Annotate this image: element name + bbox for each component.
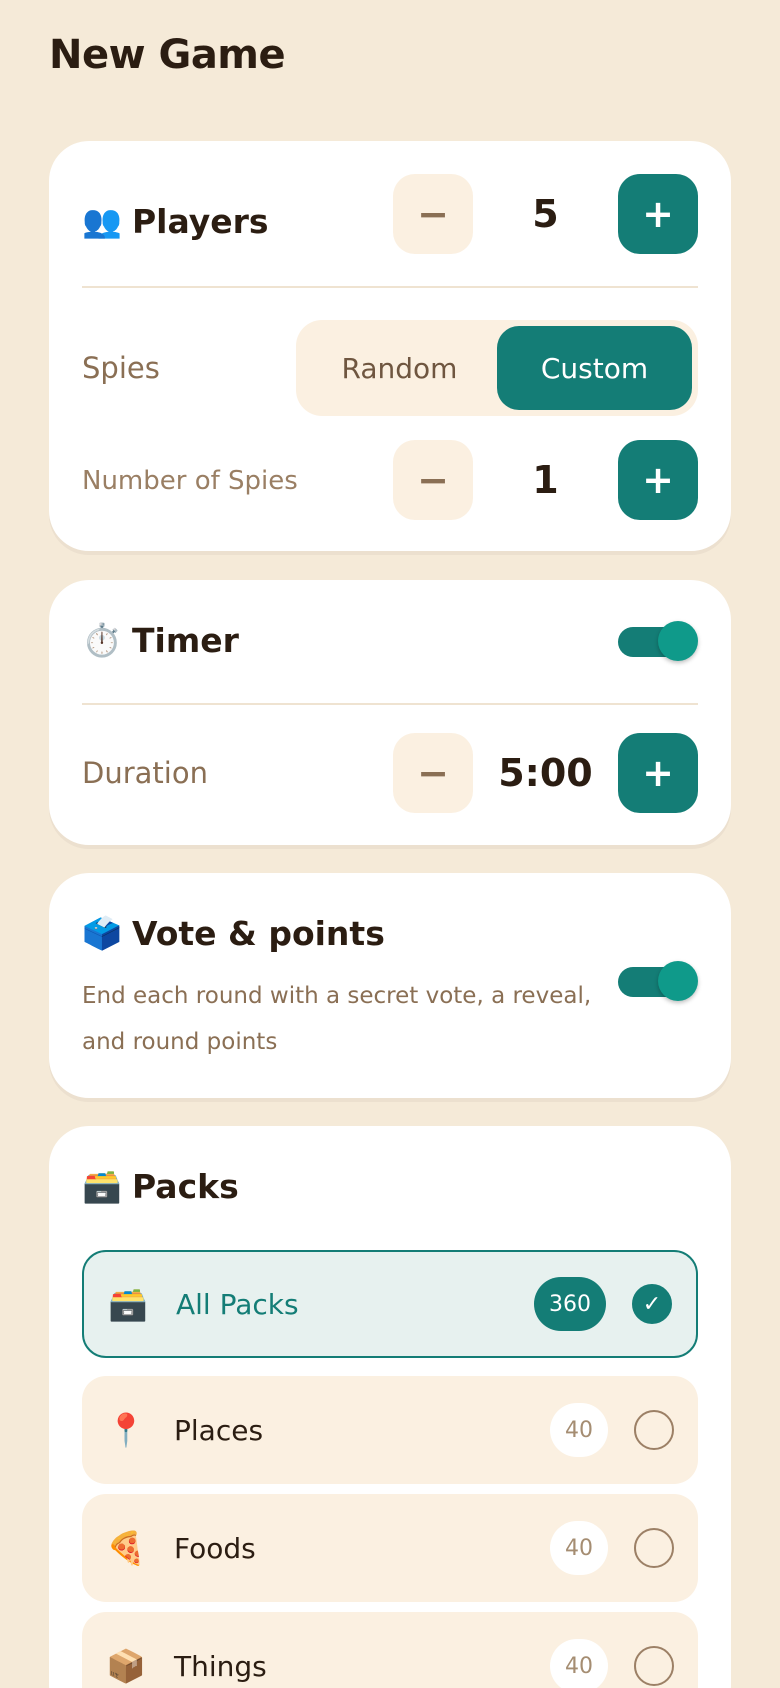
map-pin-icon: 📍 bbox=[106, 1411, 146, 1449]
timer-heading: ⏱️ Timer bbox=[82, 621, 239, 660]
spies-mode-custom[interactable]: Custom bbox=[497, 326, 692, 410]
duration-increment-button[interactable]: + bbox=[618, 733, 698, 813]
spies-label: Spies bbox=[82, 351, 160, 385]
radio-circle-icon[interactable] bbox=[634, 1646, 674, 1686]
page-title: New Game bbox=[49, 32, 286, 78]
players-count: 5 bbox=[532, 192, 559, 236]
pack-count-badge: 40 bbox=[550, 1521, 608, 1575]
card-box-icon: 🗃️ bbox=[108, 1285, 148, 1323]
pack-count-badge: 360 bbox=[534, 1277, 606, 1331]
players-increment-button[interactable]: + bbox=[618, 174, 698, 254]
pack-item-all-packs[interactable]: 🗃️ All Packs 360 ✓ bbox=[82, 1250, 698, 1358]
packs-label: Packs bbox=[132, 1166, 239, 1206]
pack-name: Places bbox=[174, 1413, 264, 1447]
spy-count-label: Number of Spies bbox=[82, 466, 298, 496]
divider bbox=[82, 286, 698, 288]
pack-item-places[interactable]: 📍 Places 40 bbox=[82, 1376, 698, 1484]
spies-mode-random[interactable]: Random bbox=[302, 326, 497, 410]
checkmark-icon[interactable]: ✓ bbox=[632, 1284, 672, 1324]
spy-count-stepper: − 1 + bbox=[393, 440, 698, 520]
radio-circle-icon[interactable] bbox=[634, 1528, 674, 1568]
pack-count-badge: 40 bbox=[550, 1639, 608, 1688]
duration-label: Duration bbox=[82, 756, 208, 790]
players-label: Players bbox=[132, 201, 269, 241]
package-icon: 📦 bbox=[106, 1647, 146, 1685]
packs-card: 🗃️ Packs 🗃️ All Packs 360 ✓ 📍 Places 40 … bbox=[49, 1126, 731, 1688]
timer-card: ⏱️ Timer Duration − 5:00 + bbox=[49, 580, 731, 845]
vote-card: 🗳️ Vote & points End each round with a s… bbox=[49, 873, 731, 1098]
vote-heading: 🗳️ Vote & points bbox=[82, 914, 385, 953]
spy-count-value: 1 bbox=[532, 458, 559, 502]
timer-toggle[interactable] bbox=[618, 621, 698, 661]
pack-name: All Packs bbox=[176, 1287, 299, 1321]
radio-circle-icon[interactable] bbox=[634, 1410, 674, 1450]
spy-count-decrement-button[interactable]: − bbox=[393, 440, 473, 520]
players-stepper: − 5 + bbox=[393, 174, 698, 254]
duration-value: 5:00 bbox=[498, 751, 593, 795]
pack-item-things[interactable]: 📦 Things 40 bbox=[82, 1612, 698, 1688]
spies-mode-segmented-control: Random Custom bbox=[296, 320, 698, 416]
timer-row: ⏱️ Timer bbox=[82, 610, 698, 670]
card-box-icon: 🗃️ bbox=[82, 1167, 122, 1205]
stopwatch-icon: ⏱️ bbox=[82, 621, 122, 659]
ballot-box-icon: 🗳️ bbox=[82, 914, 122, 952]
pack-name: Foods bbox=[174, 1531, 256, 1565]
players-card: 👥 Players − 5 + Spies Random Custom Numb… bbox=[49, 141, 731, 551]
vote-toggle[interactable] bbox=[618, 961, 698, 1001]
vote-label: Vote & points bbox=[132, 913, 385, 953]
vote-description: End each round with a secret vote, a rev… bbox=[82, 983, 592, 1055]
duration-decrement-button[interactable]: − bbox=[393, 733, 473, 813]
new-game-screen: New Game 👥 Players − 5 + Spies Random Cu… bbox=[0, 0, 780, 1688]
packs-row: 🗃️ Packs bbox=[82, 1156, 698, 1216]
timer-label: Timer bbox=[132, 620, 239, 660]
players-icon: 👥 bbox=[82, 202, 122, 240]
timer-toggle-knob bbox=[658, 621, 698, 661]
players-heading: 👥 Players bbox=[82, 202, 269, 241]
pack-item-foods[interactable]: 🍕 Foods 40 bbox=[82, 1494, 698, 1602]
pack-name: Things bbox=[174, 1649, 267, 1683]
spy-count-increment-button[interactable]: + bbox=[618, 440, 698, 520]
packs-heading: 🗃️ Packs bbox=[82, 1167, 239, 1206]
divider bbox=[82, 703, 698, 705]
vote-row: 🗳️ Vote & points bbox=[82, 903, 698, 963]
players-decrement-button[interactable]: − bbox=[393, 174, 473, 254]
duration-stepper: − 5:00 + bbox=[393, 733, 698, 813]
pack-count-badge: 40 bbox=[550, 1403, 608, 1457]
pizza-icon: 🍕 bbox=[106, 1529, 146, 1567]
vote-toggle-knob bbox=[658, 961, 698, 1001]
